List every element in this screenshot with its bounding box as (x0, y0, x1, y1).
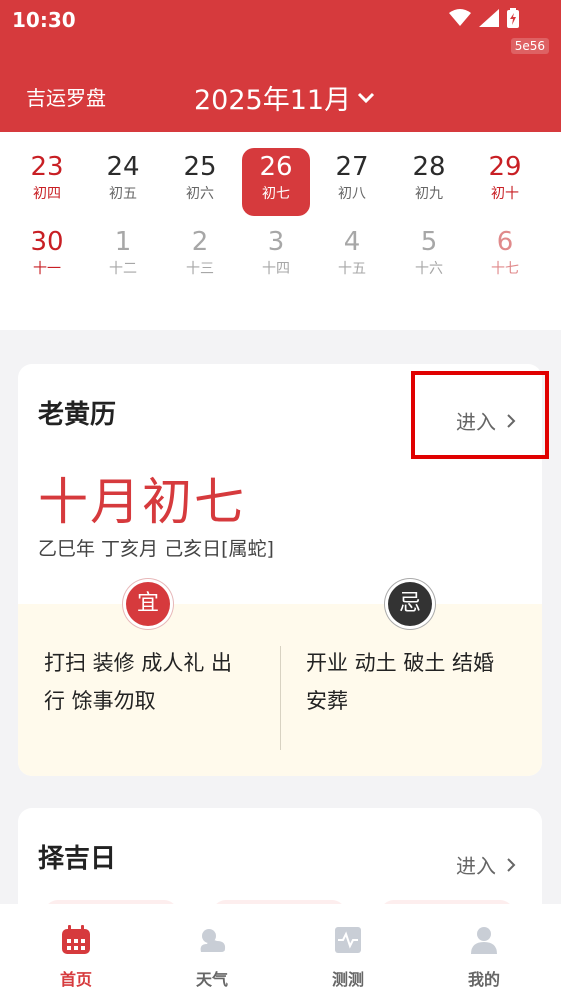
status-time: 10:30 (12, 8, 76, 32)
ji-text: 开业 动土 破土 结婚 安葬 (306, 651, 495, 713)
battery-icon (507, 8, 519, 28)
day-lunar: 十四 (262, 261, 290, 277)
calendar-day-selected[interactable]: 26 初七 (242, 148, 310, 216)
month-selector[interactable]: 2025年11月 (194, 78, 375, 117)
calendar-day[interactable]: 29 初十 (471, 148, 539, 216)
day-number: 28 (412, 152, 446, 182)
day-number: 27 (335, 152, 369, 182)
ganzhi-text: 乙巳年 丁亥月 己亥日[属蛇] (38, 538, 274, 560)
enter-label: 进入 (456, 854, 496, 878)
calendar-day[interactable]: 28 初九 (395, 148, 463, 216)
calendar-day[interactable]: 27 初八 (318, 148, 386, 216)
day-lunar: 初五 (109, 186, 137, 202)
calendar-day[interactable]: 23 初四 (13, 148, 81, 216)
divider (280, 646, 281, 750)
day-lunar: 十一 (33, 261, 61, 277)
day-lunar: 初七 (262, 186, 290, 202)
day-lunar: 初九 (415, 186, 443, 202)
calendar-day[interactable]: 3 十四 (242, 223, 310, 291)
tab-test[interactable]: 测测 (298, 924, 398, 990)
tab-home-label: 首页 (59, 970, 92, 989)
calendar-day[interactable]: 6 十七 (471, 223, 539, 291)
yi-badge: 宜 (126, 582, 170, 626)
tab-home[interactable]: 首页 (26, 924, 126, 990)
day-lunar: 十五 (338, 261, 366, 277)
day-number: 2 (191, 227, 209, 257)
day-lunar: 初四 (33, 186, 61, 202)
status-icons (449, 8, 519, 28)
day-number: 23 (30, 152, 64, 182)
day-number: 30 (30, 227, 64, 257)
calendar-day[interactable]: 25 初六 (166, 148, 234, 216)
day-number: 1 (114, 227, 132, 257)
tab-test-label: 测测 (331, 970, 364, 989)
lunar-date: 十月初七 (38, 473, 246, 531)
day-number: 6 (496, 227, 514, 257)
month-label: 2025年11月 (194, 85, 352, 116)
user-icon (471, 927, 497, 954)
ji-badge: 忌 (388, 582, 432, 626)
lucky-day-enter-link[interactable]: 进入 (456, 850, 516, 879)
calendar-day[interactable]: 1 十二 (89, 223, 157, 291)
tab-weather[interactable]: 天气 (162, 924, 262, 990)
app-name: 吉运罗盘 (26, 86, 106, 110)
calendar-strip: 23 初四 24 初五 25 初六 26 初七 27 初八 28 初九 29 初… (0, 132, 561, 330)
highlight-box (411, 371, 549, 459)
day-lunar: 十二 (109, 261, 137, 277)
day-lunar: 初六 (186, 186, 214, 202)
chevron-right-icon (507, 857, 516, 872)
lucky-day-title: 择吉日 (38, 844, 117, 874)
day-lunar: 十三 (186, 261, 214, 277)
day-lunar: 初十 (491, 186, 519, 202)
wifi-icon (449, 9, 471, 26)
weather-icon (200, 929, 226, 952)
tab-weather-label: 天气 (195, 970, 228, 989)
calendar-day[interactable]: 4 十五 (318, 223, 386, 291)
almanac-title: 老黄历 (38, 400, 117, 430)
calendar-day[interactable]: 24 初五 (89, 148, 157, 216)
day-number: 5 (420, 227, 438, 257)
chevron-down-icon (358, 92, 375, 103)
tab-mine[interactable]: 我的 (434, 924, 534, 990)
day-lunar: 十六 (415, 261, 443, 277)
signal-icon (479, 9, 499, 27)
day-lunar: 十七 (491, 261, 519, 277)
calendar-day[interactable]: 5 十六 (395, 223, 463, 291)
day-number: 3 (267, 227, 285, 257)
bottom-tab-bar: 首页 天气 测测 我的 (0, 904, 561, 999)
calendar-day[interactable]: 30 十一 (13, 223, 81, 291)
tab-mine-label: 我的 (467, 970, 500, 989)
calendar-day[interactable]: 2 十三 (166, 223, 234, 291)
app-header: 10:30 5e56 吉运罗盘 2025年11月 (0, 0, 561, 132)
calendar-icon (62, 925, 90, 954)
monitor-icon (335, 927, 361, 953)
yi-ji-panel: 宜 忌 打扫 装修 成人礼 出行 馀事勿取 开业 动土 破土 结婚 安葬 (18, 582, 542, 776)
day-number: 24 (106, 152, 140, 182)
day-number: 29 (488, 152, 522, 182)
day-number: 25 (183, 152, 217, 182)
yi-text: 打扫 装修 成人礼 出行 馀事勿取 (44, 651, 233, 713)
day-number: 4 (343, 227, 361, 257)
day-number: 26 (259, 152, 293, 182)
status-tag: 5e56 (510, 38, 549, 54)
day-lunar: 初八 (338, 186, 366, 202)
